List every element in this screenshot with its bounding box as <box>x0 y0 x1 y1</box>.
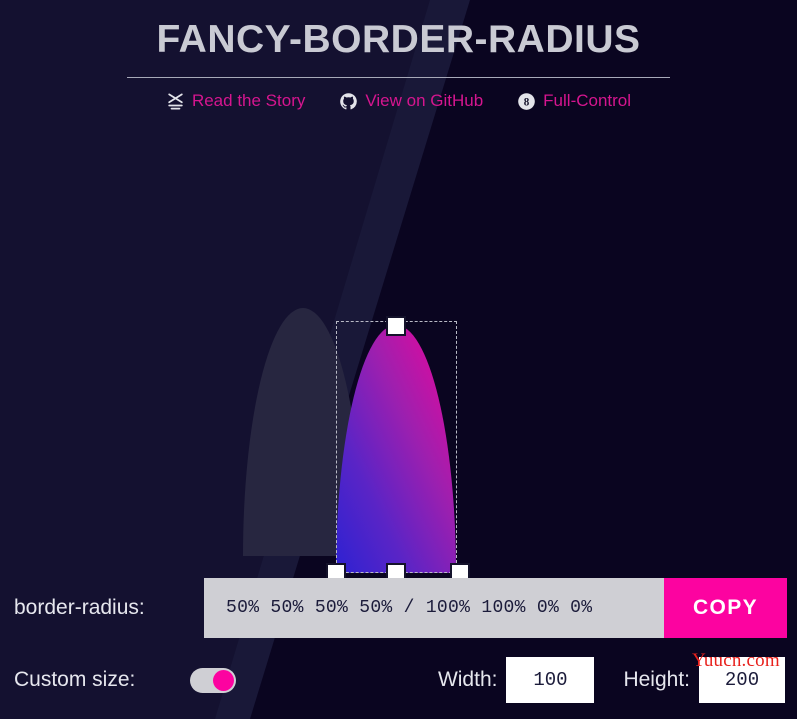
github-icon <box>339 92 358 111</box>
border-radius-label: border-radius: <box>14 596 145 619</box>
custom-size-toggle[interactable] <box>190 667 236 693</box>
shape-editor-stage <box>0 111 797 583</box>
width-input[interactable] <box>506 657 595 703</box>
nav-link-view-on-github[interactable]: View on GitHub <box>339 91 483 111</box>
size-controls-row: Custom size: Width: Height: <box>0 650 797 710</box>
medium-x-icon <box>166 92 185 111</box>
height-input[interactable] <box>699 657 785 703</box>
width-label: Width: <box>437 668 498 691</box>
border-radius-value[interactable]: 50% 50% 50% 50% / 100% 100% 0% 0% <box>204 578 664 638</box>
svg-text:8: 8 <box>524 96 530 108</box>
nav-link-label: Full-Control <box>543 91 632 110</box>
border-radius-output-row: border-radius: 50% 50% 50% 50% / 100% 10… <box>0 578 797 638</box>
eight-ball-icon: 8 <box>517 92 536 111</box>
toggle-knob <box>213 669 234 691</box>
page-header: FANCY-BORDER-RADIUS Read the Story View … <box>0 0 797 111</box>
custom-size-label: Custom size: <box>14 668 136 691</box>
nav-link-full-control[interactable]: 8 Full-Control <box>517 91 631 111</box>
app-root: FANCY-BORDER-RADIUS Read the Story View … <box>0 0 797 719</box>
shape-bounding-box <box>336 321 457 573</box>
header-divider <box>127 77 670 78</box>
nav-link-read-the-story[interactable]: Read the Story <box>166 91 305 111</box>
header-nav-links: Read the Story View on GitHub 8 Full-Con… <box>0 91 797 111</box>
page-title: FANCY-BORDER-RADIUS <box>156 18 641 61</box>
handle-top[interactable] <box>386 316 406 336</box>
copy-button[interactable]: COPY <box>664 578 787 638</box>
height-label: Height: <box>623 668 690 691</box>
nav-link-label: Read the Story <box>191 91 306 110</box>
nav-link-label: View on GitHub <box>365 91 484 110</box>
